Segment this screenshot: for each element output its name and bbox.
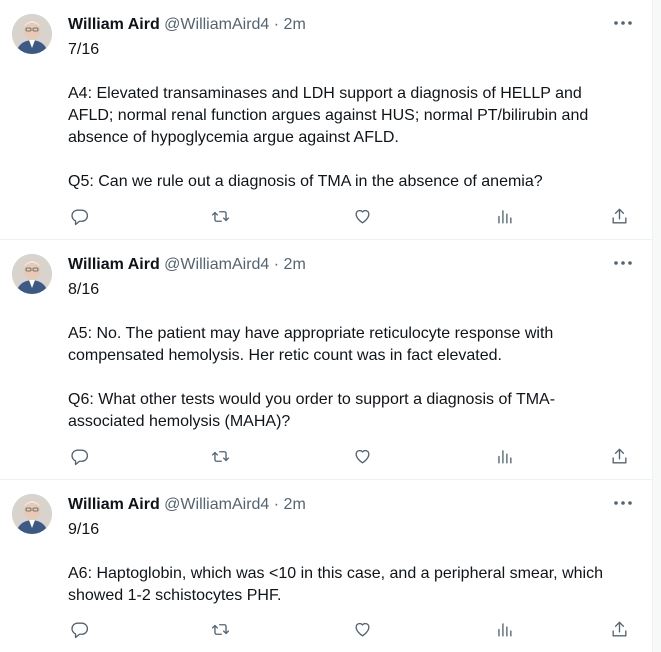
- tweet-line: 7/16: [68, 41, 100, 58]
- scroll-gutter: [652, 0, 661, 652]
- action-bar: [68, 206, 632, 226]
- tweet[interactable]: William Aird @WilliamAird4 · 2m 9/16 A6:…: [0, 480, 652, 652]
- author-handle[interactable]: @WilliamAird4: [164, 16, 269, 33]
- tweet-line: showed 1-2 schistocytes PHF.: [68, 587, 282, 604]
- retweet-icon[interactable]: [209, 446, 231, 466]
- tweet-line: 9/16: [68, 521, 100, 538]
- author-handle[interactable]: @WilliamAird4: [164, 256, 269, 273]
- tweet-header: William Aird @WilliamAird4 · 2m: [68, 15, 306, 35]
- tweet-line: associated hemolysis (MAHA)?: [68, 413, 291, 430]
- avatar[interactable]: [12, 494, 52, 534]
- more-icon[interactable]: [612, 492, 634, 514]
- action-bar: [68, 446, 632, 466]
- reply-icon[interactable]: [68, 619, 90, 639]
- tweet-line: A5: No. The patient may have appropriate…: [68, 325, 554, 342]
- tweet-line: absence of hypoglycemia argue against AF…: [68, 129, 399, 146]
- tweet-line: compensated hemolysis. Her retic count w…: [68, 347, 502, 364]
- share-icon[interactable]: [608, 619, 630, 639]
- reply-icon[interactable]: [68, 206, 90, 226]
- like-icon[interactable]: [351, 446, 373, 466]
- share-icon[interactable]: [608, 446, 630, 466]
- tweet-text: 9/16 A6: Haptoglobin, which was <10 in t…: [68, 519, 638, 607]
- author-name[interactable]: William Aird: [68, 256, 160, 273]
- tweet-header: William Aird @WilliamAird4 · 2m: [68, 255, 306, 275]
- timeline: William Aird @WilliamAird4 · 2m 7/16 A4:…: [0, 0, 661, 652]
- author-name[interactable]: William Aird: [68, 16, 160, 33]
- tweet[interactable]: William Aird @WilliamAird4 · 2m 8/16 A5:…: [0, 240, 652, 480]
- author-name[interactable]: William Aird: [68, 496, 160, 513]
- separator: ·: [273, 256, 280, 273]
- avatar[interactable]: [12, 14, 52, 54]
- tweet-line: A6: Haptoglobin, which was <10 in this c…: [68, 565, 603, 582]
- views-icon[interactable]: [493, 206, 515, 226]
- tweet-line: AFLD; normal renal function argues again…: [68, 107, 589, 124]
- action-bar: [68, 619, 632, 639]
- retweet-icon[interactable]: [209, 619, 231, 639]
- views-icon[interactable]: [493, 446, 515, 466]
- retweet-icon[interactable]: [209, 206, 231, 226]
- reply-icon[interactable]: [68, 446, 90, 466]
- more-icon[interactable]: [612, 252, 634, 274]
- tweet-line: Q6: What other tests would you order to …: [68, 391, 556, 408]
- tweet-text: 7/16 A4: Elevated transaminases and LDH …: [68, 39, 638, 193]
- tweet-line: A4: Elevated transaminases and LDH suppo…: [68, 85, 582, 102]
- like-icon[interactable]: [351, 206, 373, 226]
- separator: ·: [273, 496, 280, 513]
- more-icon[interactable]: [612, 12, 634, 34]
- avatar[interactable]: [12, 254, 52, 294]
- tweet-line: Q5: Can we rule out a diagnosis of TMA i…: [68, 173, 543, 190]
- share-icon[interactable]: [608, 206, 630, 226]
- tweet-text: 8/16 A5: No. The patient may have approp…: [68, 279, 638, 433]
- author-handle[interactable]: @WilliamAird4: [164, 496, 269, 513]
- tweet[interactable]: William Aird @WilliamAird4 · 2m 7/16 A4:…: [0, 0, 652, 240]
- like-icon[interactable]: [351, 619, 373, 639]
- tweet-line: 8/16: [68, 281, 100, 298]
- tweet-header: William Aird @WilliamAird4 · 2m: [68, 495, 306, 515]
- timestamp[interactable]: 2m: [284, 496, 306, 513]
- timestamp[interactable]: 2m: [284, 256, 306, 273]
- views-icon[interactable]: [493, 619, 515, 639]
- separator: ·: [273, 16, 280, 33]
- timestamp[interactable]: 2m: [284, 16, 306, 33]
